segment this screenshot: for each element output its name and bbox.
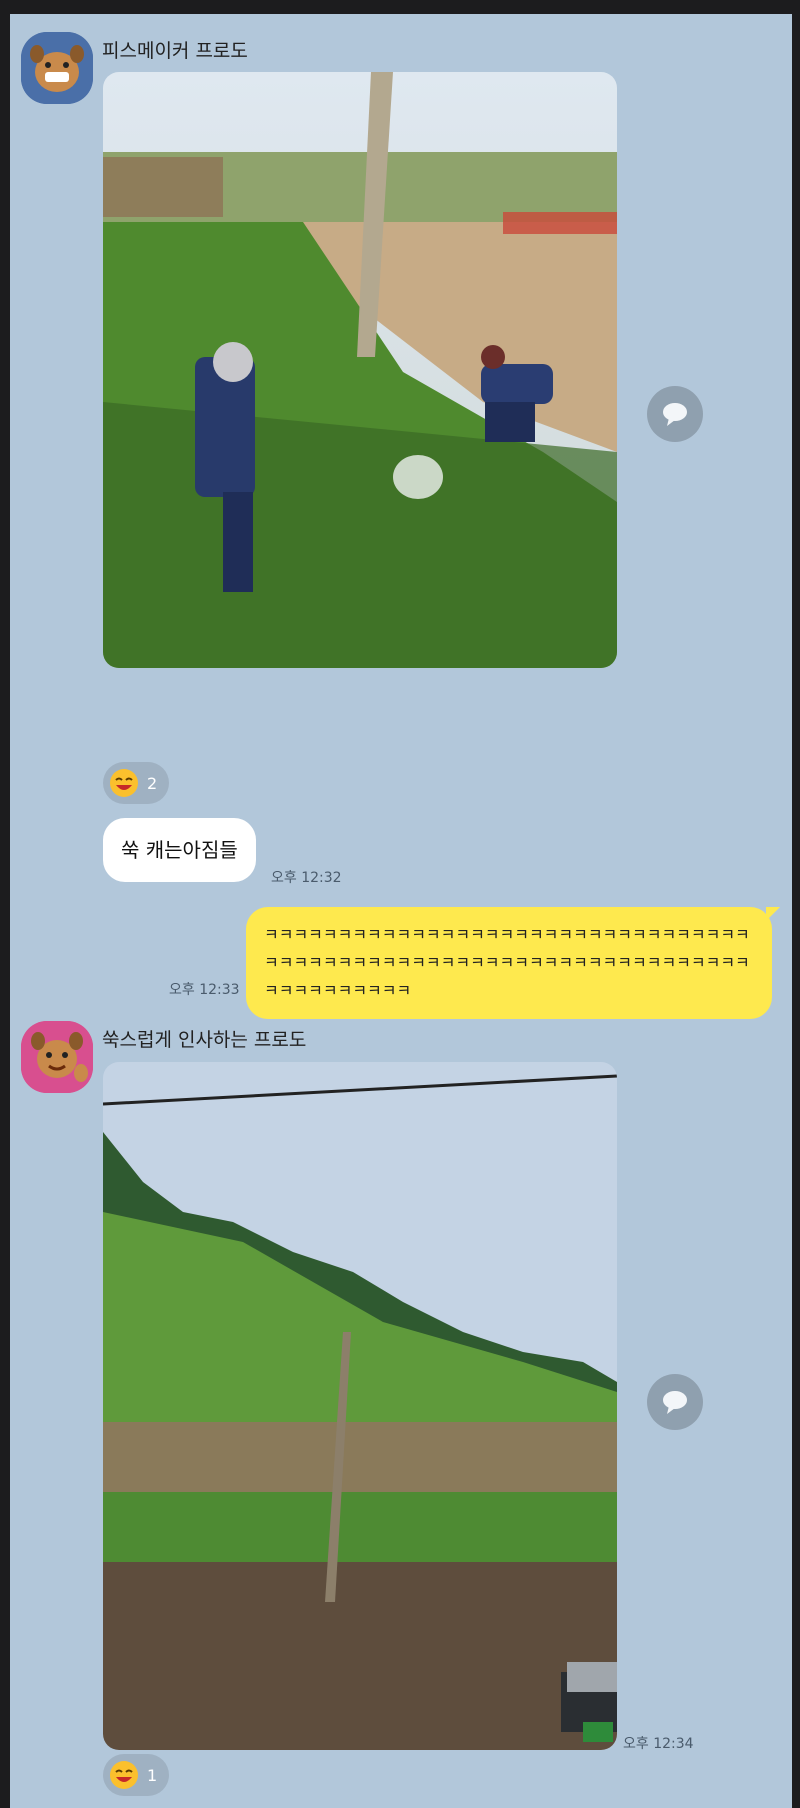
message-time: 오후 12:34 <box>623 1736 694 1752</box>
photo-rural-hillside[interactable] <box>103 1062 617 1750</box>
avatar-greeting-frodo[interactable] <box>21 1021 93 1093</box>
share-bubble-icon <box>663 1391 687 1414</box>
avatar-peacemaker-frodo[interactable] <box>21 32 93 104</box>
my-message-bubble[interactable]: ㅋㅋㅋㅋㅋㅋㅋㅋㅋㅋㅋㅋㅋㅋㅋㅋㅋㅋㅋㅋㅋㅋㅋㅋㅋㅋㅋㅋㅋㅋㅋㅋㅋㅋㅋㅋㅋㅋㅋㅋ… <box>246 907 780 1019</box>
reaction-badge[interactable]: 1 <box>103 1754 170 1796</box>
reaction-count: 1 <box>147 1765 158 1785</box>
sender-name: 피스메이커 프로도 <box>102 40 248 62</box>
message-time: 오후 12:32 <box>271 870 342 886</box>
laughing-emoji-icon <box>110 769 138 797</box>
share-button[interactable] <box>647 1374 703 1430</box>
chat-room: 피스메이커 프로도 2 쑥 캐는아짐들 오후 12:32 ㅋㅋㅋㅋㅋㅋㅋㅋㅋㅋㅋ… <box>10 14 792 1808</box>
photo-women-picking-mugwort[interactable] <box>103 72 617 668</box>
reaction-badge[interactable]: 2 <box>103 762 170 804</box>
message-time: 오후 12:33 <box>169 982 240 998</box>
reaction-count: 2 <box>147 773 158 793</box>
sender-name: 쑥스럽게 인사하는 프로도 <box>102 1029 307 1051</box>
laughing-emoji-icon <box>110 1761 138 1789</box>
share-bubble-icon <box>663 403 687 426</box>
message-bubble[interactable]: 쑥 캐는아짐들 <box>103 818 256 882</box>
frodo-character-icon <box>21 32 93 104</box>
frodo-waving-icon <box>21 1021 93 1093</box>
share-button[interactable] <box>647 386 703 442</box>
